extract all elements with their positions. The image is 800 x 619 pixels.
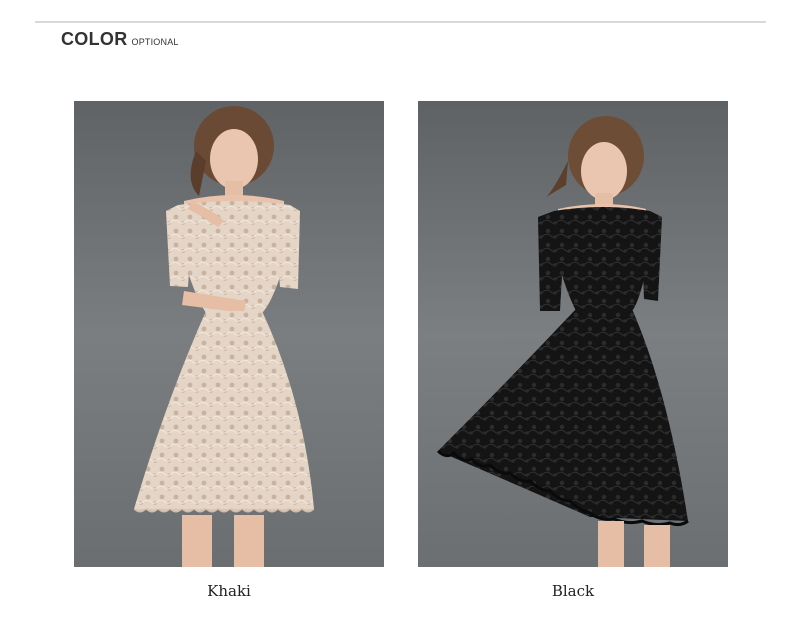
section-title: COLOR — [61, 29, 128, 49]
black-dress-photo[interactable] — [418, 101, 728, 567]
black-dress-image — [418, 101, 728, 567]
khaki-dress-image — [74, 101, 384, 567]
section-subtitle: OPTIONAL — [131, 37, 179, 47]
section-heading: COLOR OPTIONAL — [61, 29, 179, 50]
khaki-dress-photo[interactable] — [74, 101, 384, 567]
khaki-color-label[interactable]: Khaki — [74, 582, 384, 600]
black-color-label[interactable]: Black — [418, 582, 728, 600]
top-divider — [35, 21, 766, 23]
